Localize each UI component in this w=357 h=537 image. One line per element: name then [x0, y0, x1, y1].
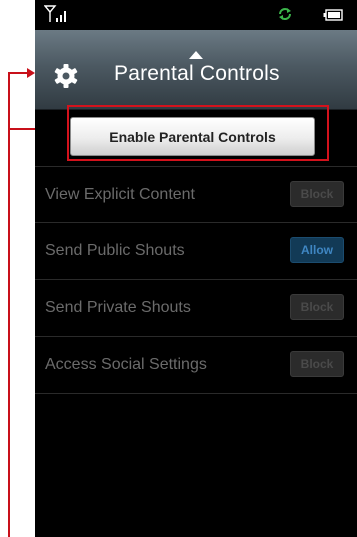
annotation-line-left — [8, 72, 10, 537]
enable-parental-controls-button[interactable]: Enable Parental Controls — [70, 117, 315, 156]
setting-row-view-explicit-content: View Explicit Content Block — [35, 166, 357, 223]
page-title: Parental Controls — [114, 62, 280, 85]
block-toggle[interactable]: Block — [290, 351, 344, 377]
block-toggle[interactable]: Block — [290, 294, 344, 320]
gear-icon — [53, 63, 79, 94]
block-toggle[interactable]: Block — [290, 181, 344, 207]
setting-row-send-private-shouts: Send Private Shouts Block — [35, 280, 357, 337]
signal-icon — [43, 5, 70, 28]
status-bar — [35, 0, 357, 30]
setting-row-send-public-shouts: Send Public Shouts Allow — [35, 223, 357, 280]
header-bar: Parental Controls — [35, 30, 357, 110]
annotation-line-top — [8, 72, 28, 74]
setting-label: View Explicit Content — [45, 186, 195, 203]
annotation-arrow-icon — [27, 68, 35, 78]
setting-label: Access Social Settings — [45, 356, 207, 373]
setting-label: Send Public Shouts — [45, 242, 185, 259]
allow-toggle[interactable]: Allow — [290, 237, 344, 263]
settings-list: View Explicit Content Block Send Public … — [35, 166, 357, 394]
sync-icon — [277, 7, 293, 26]
setting-label: Send Private Shouts — [45, 299, 191, 316]
battery-icon — [323, 8, 343, 26]
setting-row-access-social-settings: Access Social Settings Block — [35, 337, 357, 394]
phone-screen: Parental Controls Enable Parental Contro… — [35, 0, 357, 537]
